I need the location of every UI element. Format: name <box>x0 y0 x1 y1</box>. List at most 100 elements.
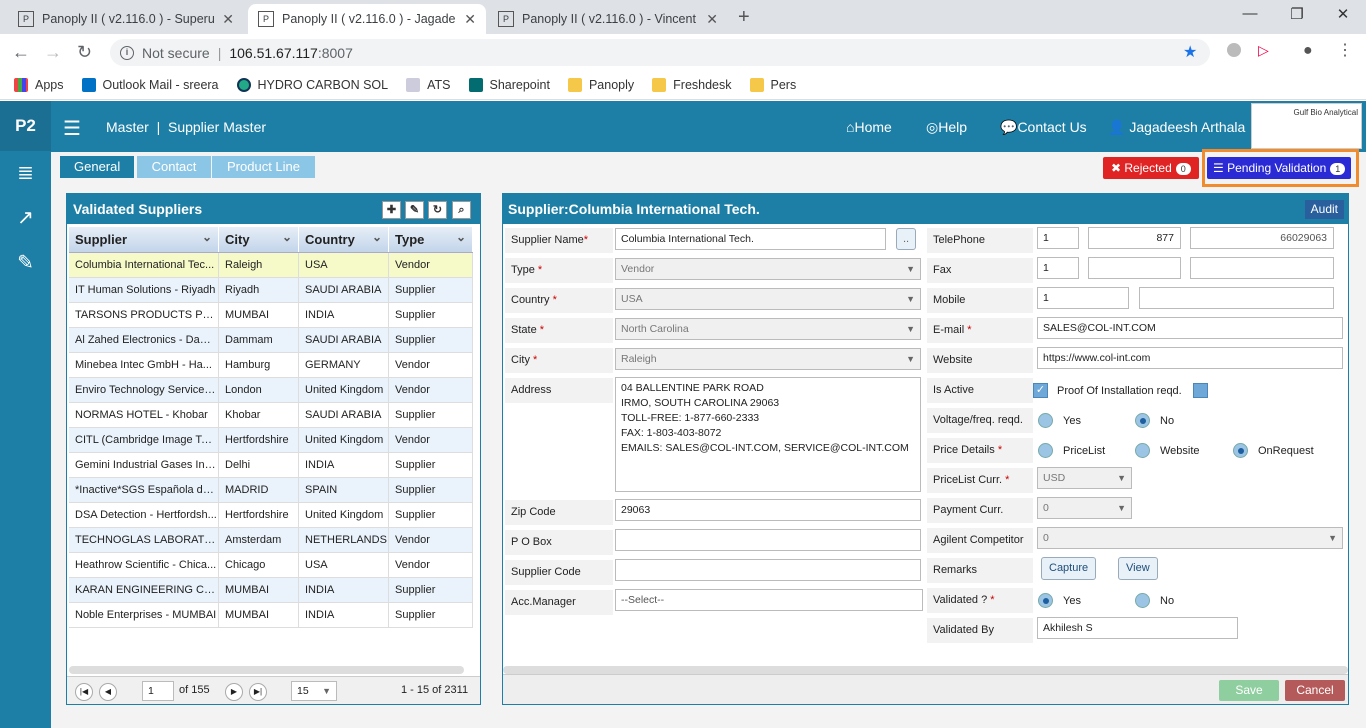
agilent-competitor-select[interactable]: 0 <box>1037 527 1343 549</box>
address-textarea[interactable]: 04 BALLENTINE PARK ROAD IRMO, SOUTH CARO… <box>615 377 921 492</box>
bookmark-apps[interactable]: Apps <box>14 77 64 92</box>
acc-manager-select[interactable]: --Select-- <box>615 589 923 611</box>
extension-icon[interactable] <box>1227 43 1241 57</box>
hamburger-menu-icon[interactable]: ☰ <box>63 116 81 141</box>
menu-dots-icon[interactable]: ⋮ <box>1337 40 1353 60</box>
forward-icon[interactable]: → <box>44 42 62 63</box>
supplier-code-input[interactable] <box>615 559 921 581</box>
tel-country-code[interactable]: 1 <box>1037 227 1079 249</box>
country-select[interactable]: USA <box>615 288 921 310</box>
table-row[interactable]: Enviro Technology Services... London Unite… <box>69 378 473 403</box>
profile-icon[interactable]: ● <box>1303 42 1313 60</box>
bookmark-freshdesk[interactable]: Freshdesk <box>652 77 732 92</box>
type-select[interactable]: Vendor <box>615 258 921 280</box>
supplier-name-input[interactable]: Columbia International Tech. <box>615 228 886 250</box>
refresh-icon[interactable]: ↻ <box>428 201 447 219</box>
mobile-country-code[interactable]: 1 <box>1037 287 1129 309</box>
close-window-icon[interactable]: ✕ <box>1323 5 1363 23</box>
column-type[interactable]: Type <box>389 224 473 252</box>
user-menu[interactable]: 👤 Jagadeesh Arthala <box>1108 119 1245 136</box>
save-button[interactable]: Save <box>1219 680 1279 701</box>
price-onrequest-radio[interactable] <box>1233 443 1248 458</box>
email-input[interactable]: SALES@COL-INT.COM <box>1037 317 1343 339</box>
table-row[interactable]: CITL (Cambridge Image Tec... Hertfordshir… <box>69 428 473 453</box>
maximize-icon[interactable]: ❐ <box>1277 5 1317 23</box>
app-logo[interactable]: P2 <box>0 101 51 151</box>
voltage-no-radio[interactable] <box>1135 413 1150 428</box>
rejected-button[interactable]: ✖ Rejected 0 <box>1103 157 1199 179</box>
last-page-icon[interactable]: ▶| <box>249 683 267 701</box>
reload-icon[interactable]: ↻ <box>77 42 92 63</box>
validated-by-input[interactable]: Akhilesh S <box>1037 617 1238 639</box>
validated-no-radio[interactable] <box>1135 593 1150 608</box>
tel-number[interactable]: 66029063 <box>1190 227 1334 249</box>
voltage-yes-radio[interactable] <box>1038 413 1053 428</box>
website-input[interactable]: https://www.col-int.com <box>1037 347 1343 369</box>
city-select[interactable]: Raleigh <box>615 348 921 370</box>
table-row[interactable]: TECHNOGLAS LABORATORI... Amsterdam NETHERL… <box>69 528 473 553</box>
chart-icon[interactable]: ↗ <box>0 196 51 241</box>
table-row[interactable]: Al Zahed Electronics - Dam... Dammam SAUDI… <box>69 328 473 353</box>
price-pricelist-radio[interactable] <box>1038 443 1053 458</box>
new-tab-icon[interactable]: + <box>738 6 750 29</box>
proof-installation-checkbox[interactable] <box>1193 383 1208 398</box>
view-button[interactable]: View <box>1118 557 1158 580</box>
pobox-input[interactable] <box>615 529 921 551</box>
pending-validation-button[interactable]: ☰ Pending Validation 1 <box>1207 157 1352 179</box>
contact-link[interactable]: 💬Contact Us <box>1000 119 1087 136</box>
table-row[interactable]: Minebea Intec GmbH - Ha... Hamburg GERMANY… <box>69 353 473 378</box>
fax-area-code[interactable] <box>1088 257 1181 279</box>
home-link[interactable]: ⌂Home <box>846 119 892 135</box>
wrench-icon[interactable]: ✎ <box>0 241 51 286</box>
column-country[interactable]: Country <box>299 224 389 252</box>
browser-tab[interactable]: P Panoply II ( v2.116.0 ) - Vincent C ✕ <box>488 4 728 34</box>
bookmark-ats[interactable]: ATS <box>406 77 451 92</box>
info-icon[interactable]: i <box>120 45 134 60</box>
help-link[interactable]: ◎Help <box>926 119 967 136</box>
horizontal-scrollbar[interactable] <box>69 666 464 674</box>
page-size-select[interactable]: 15 <box>291 681 337 701</box>
tab-contact[interactable]: Contact <box>137 156 211 178</box>
browser-tab[interactable]: P Panoply II ( v2.116.0 ) - Superuser ✕ <box>8 4 244 34</box>
table-row[interactable]: Heathrow Scientific - Chica... Chicago USA… <box>69 553 473 578</box>
pricelist-currency-select[interactable]: USD <box>1037 467 1132 489</box>
audit-button[interactable]: Audit <box>1304 200 1344 219</box>
page-input[interactable]: 1 <box>142 681 174 701</box>
table-row[interactable]: NORMAS HOTEL - Khobar Khobar SAUDI ARABIA S… <box>69 403 473 428</box>
table-row[interactable]: KARAN ENGINEERING CO. - ... MUMBAI INDIA Su… <box>69 578 473 603</box>
tab-product-line[interactable]: Product Line <box>212 156 315 178</box>
capture-button[interactable]: Capture <box>1041 557 1097 580</box>
bookmark-sharepoint[interactable]: Sharepoint <box>468 77 550 92</box>
state-select[interactable]: North Carolina <box>615 318 921 340</box>
search-icon[interactable]: ⌕ <box>452 201 471 219</box>
url-bar[interactable]: i Not secure | 106.51.67.117 :8007 <box>110 39 1210 66</box>
next-page-icon[interactable]: ▶ <box>225 683 243 701</box>
fax-number[interactable] <box>1190 257 1334 279</box>
back-icon[interactable]: ← <box>12 42 30 63</box>
lookup-button[interactable]: .. <box>896 228 917 250</box>
edit-icon[interactable]: ✎ <box>405 201 424 219</box>
tab-general[interactable]: General <box>60 156 135 178</box>
extension-icon[interactable]: ▷ <box>1258 42 1269 59</box>
add-icon[interactable]: ✚ <box>382 201 401 219</box>
bookmark-outlook[interactable]: Outlook Mail - sreera <box>81 77 219 92</box>
is-active-checkbox[interactable]: ✓ <box>1033 383 1048 398</box>
table-row[interactable]: Noble Enterprises - MUMBAI MUMBAI INDIA Sup… <box>69 603 473 628</box>
table-row[interactable]: Gemini Industrial Gases Inc... Delhi INDIA… <box>69 453 473 478</box>
table-row[interactable]: TARSONS PRODUCTS PVT. L...MUMBAIINDIASup… <box>69 303 473 328</box>
bookmark-hydrocarbon[interactable]: HYDRO CARBON SOL <box>236 77 388 92</box>
close-tab-icon[interactable]: ✕ <box>464 11 476 28</box>
payment-currency-select[interactable]: 0 <box>1037 497 1132 519</box>
tel-area-code[interactable]: 877 <box>1088 227 1181 249</box>
cancel-button[interactable]: Cancel <box>1285 680 1345 701</box>
bookmark-pers[interactable]: Pers <box>749 77 796 92</box>
horizontal-scrollbar[interactable] <box>503 666 1348 674</box>
star-icon[interactable]: ★ <box>1183 42 1197 62</box>
table-row[interactable]: DSA Detection - Hertfordsh... Hertfordshi… <box>69 503 473 528</box>
bookmark-panoply[interactable]: Panoply <box>567 77 634 92</box>
close-tab-icon[interactable]: ✕ <box>706 11 718 28</box>
price-website-radio[interactable] <box>1135 443 1150 458</box>
table-row[interactable]: *Inactive*SGS Española de ... MADRID SPAIN… <box>69 478 473 503</box>
column-city[interactable]: City <box>219 224 299 252</box>
table-row[interactable]: Columbia International Tec... Raleigh USA V… <box>69 253 473 278</box>
